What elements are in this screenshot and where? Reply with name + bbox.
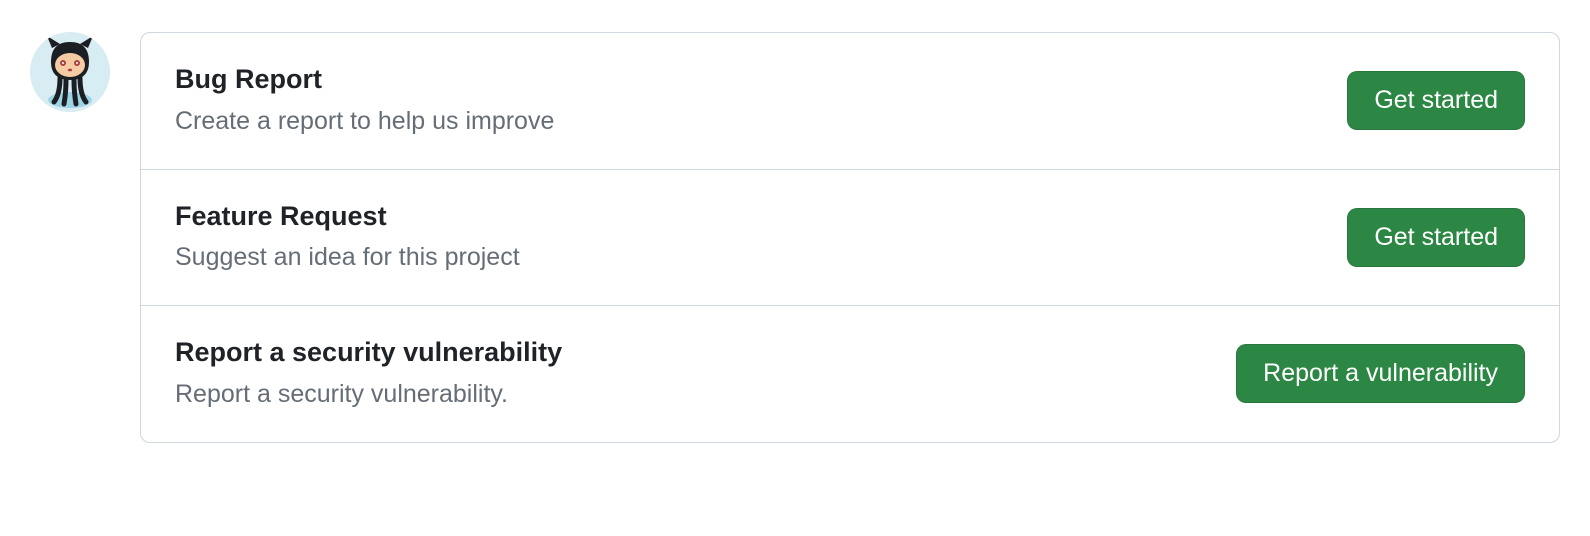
template-text: Report a security vulnerability Report a… [175,336,562,412]
template-text: Bug Report Create a report to help us im… [175,63,554,139]
report-vulnerability-button[interactable]: Report a vulnerability [1236,344,1525,403]
template-row-bug-report: Bug Report Create a report to help us im… [141,33,1559,169]
template-title: Bug Report [175,63,554,97]
template-row-security: Report a security vulnerability Report a… [141,305,1559,442]
template-title: Feature Request [175,200,520,234]
template-description: Suggest an idea for this project [175,241,520,275]
template-description: Create a report to help us improve [175,105,554,139]
template-row-feature-request: Feature Request Suggest an idea for this… [141,169,1559,306]
template-title: Report a security vulnerability [175,336,562,370]
avatar [30,32,110,112]
get-started-button[interactable]: Get started [1347,71,1525,130]
octocat-icon [30,32,110,112]
get-started-button[interactable]: Get started [1347,208,1525,267]
template-text: Feature Request Suggest an idea for this… [175,200,520,276]
template-description: Report a security vulnerability. [175,378,562,412]
template-list: Bug Report Create a report to help us im… [140,32,1560,443]
issue-template-chooser: Bug Report Create a report to help us im… [0,0,1590,473]
